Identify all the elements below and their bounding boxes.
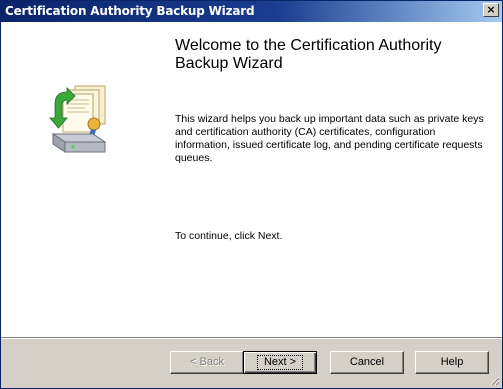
cancel-button[interactable]: Cancel [330,351,404,374]
resize-grip-icon[interactable] [488,374,500,386]
back-button-label: < Back [190,356,224,368]
next-button[interactable]: Next > [243,351,317,374]
back-button[interactable]: < Back [170,351,244,374]
wizard-side-panel [1,22,163,337]
wizard-content: Welcome to the Certification Authority B… [163,22,502,337]
close-button[interactable]: × [483,3,499,17]
page-title: Welcome to the Certification Authority B… [175,37,442,72]
wizard-window: Certification Authority Backup Wizard × [0,0,503,389]
title-bar[interactable]: Certification Authority Backup Wizard × [1,1,502,22]
next-button-label: Next > [256,355,304,370]
wizard-description: This wizard helps you back up important … [175,113,484,164]
help-button[interactable]: Help [415,351,489,374]
window-title: Certification Authority Backup Wizard [5,4,255,18]
cancel-button-label: Cancel [349,356,385,368]
help-button-label: Help [440,356,464,368]
continue-instruction: To continue, click Next. [175,230,283,242]
button-area-divider [1,337,502,339]
close-icon: × [486,3,496,16]
certificate-backup-icon [49,85,107,153]
